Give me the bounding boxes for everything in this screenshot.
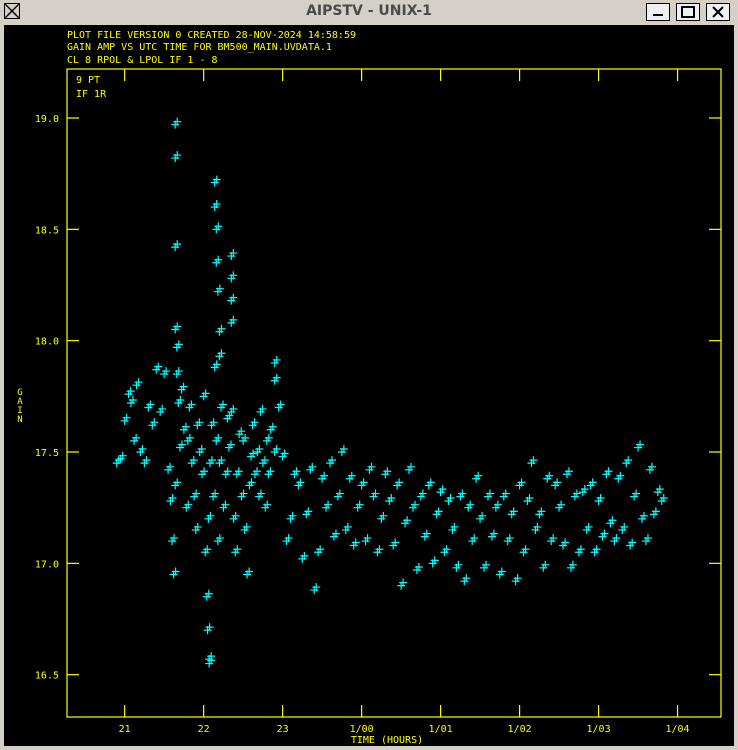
x-tick-label: 1/03 bbox=[587, 724, 611, 735]
y-tick-label: 17.0 bbox=[35, 559, 59, 570]
x-tick-label: 1/01 bbox=[429, 724, 453, 735]
point-count-label: 9 PT bbox=[76, 75, 100, 86]
minimize-button[interactable] bbox=[646, 3, 670, 21]
maximize-icon bbox=[681, 6, 695, 18]
y-tick-label: 17.5 bbox=[35, 448, 59, 459]
window-title: AIPSTV - UNIX-1 bbox=[306, 3, 432, 19]
x-tick-label: 1/00 bbox=[350, 724, 374, 735]
gain-scatter-chart: PLOT FILE VERSION 0 CREATED 28-NOV-2024 … bbox=[17, 30, 722, 746]
close-icon bbox=[712, 6, 724, 18]
title-bar[interactable]: AIPSTV - UNIX-1 bbox=[0, 0, 738, 24]
x-tick-label: 22 bbox=[198, 724, 210, 735]
x-tick-label: 1/02 bbox=[508, 724, 532, 735]
y-tick-label: 18.0 bbox=[35, 337, 59, 348]
header-line-3: CL 8 RPOL & LPOL IF 1 - 8 bbox=[67, 55, 218, 66]
plot-canvas: PLOT FILE VERSION 0 CREATED 28-NOV-2024 … bbox=[4, 25, 734, 746]
header-line-1: PLOT FILE VERSION 0 CREATED 28-NOV-2024 … bbox=[67, 30, 356, 41]
x-tick-label: 21 bbox=[119, 724, 131, 735]
x-tick-label: 23 bbox=[277, 724, 289, 735]
data-points bbox=[112, 117, 668, 668]
x-axis-label: TIME (HOURS) bbox=[351, 735, 423, 746]
axis-ticks: 21 22 23 1/00 1/01 1/02 1/03 1/04 19.0 18.5 18.0 17… bbox=[35, 69, 721, 735]
if-label: IF 1R bbox=[76, 89, 107, 100]
plot-frame bbox=[66, 68, 722, 718]
y-axis-label: GAIN bbox=[17, 388, 23, 425]
header-line-2: GAIN AMP VS UTC TIME FOR BM500_MAIN.UVDA… bbox=[67, 42, 332, 53]
y-tick-label: 19.0 bbox=[35, 114, 59, 125]
aipstv-window: AIPSTV - UNIX-1 PLOT FILE VERSION 0 CREA… bbox=[0, 0, 738, 750]
maximize-button[interactable] bbox=[676, 3, 700, 21]
close-button[interactable] bbox=[706, 3, 730, 21]
y-tick-label: 16.5 bbox=[35, 671, 59, 682]
minimize-icon bbox=[653, 14, 663, 16]
x-tick-label: 1/04 bbox=[666, 724, 690, 735]
y-tick-label: 18.5 bbox=[35, 225, 59, 236]
